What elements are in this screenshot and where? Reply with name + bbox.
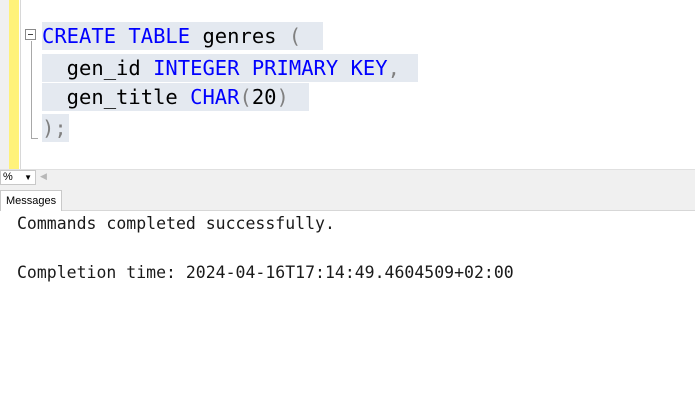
outline-fold-end	[31, 138, 38, 139]
code-token: CHAR	[190, 85, 240, 109]
code-line-1[interactable]: CREATE TABLE genres (	[42, 22, 324, 50]
code-token: PRIMARY	[251, 56, 339, 80]
code-line-2[interactable]: gen_id INTEGER PRIMARY KEY,	[42, 54, 418, 82]
code-token: (	[288, 24, 302, 48]
editor-margin	[0, 0, 9, 170]
code-token: KEY	[350, 56, 388, 80]
query-editor[interactable]: CREATE TABLE genres ( gen_id INTEGER PRI…	[0, 0, 695, 170]
code-token: 20	[251, 85, 277, 109]
caret-down-icon: ▼	[24, 173, 32, 182]
code-line-4[interactable]: );	[42, 114, 69, 142]
margin-separator	[20, 0, 21, 170]
code-token: genres	[190, 24, 289, 48]
code-line-3[interactable]: gen_title CHAR(20)	[42, 83, 309, 111]
tab-messages[interactable]: Messages	[0, 190, 63, 211]
scroll-left-arrow-icon[interactable]: ◀	[40, 171, 47, 182]
code-token: gen_id	[42, 56, 154, 80]
collapse-outline-icon[interactable]	[25, 29, 36, 40]
zoom-dropdown[interactable]: % ▼	[0, 170, 36, 185]
code-token: (	[239, 85, 252, 109]
messages-pane: Commands completed successfully. Complet…	[0, 211, 695, 407]
outline-fold-line	[31, 41, 32, 139]
zoom-value: %	[3, 171, 13, 183]
message-line: Commands completed successfully.	[17, 214, 335, 233]
code-token: INTEGER	[153, 56, 240, 80]
message-line: Completion time: 2024-04-16T17:14:49.460…	[17, 263, 514, 282]
code-token: )	[276, 85, 289, 109]
code-token: CREATE	[42, 24, 117, 48]
code-token: TABLE	[128, 24, 191, 48]
zoom-scroll-strip: % ▼ ◀	[0, 169, 695, 187]
results-tab-bar: Messages	[0, 186, 695, 211]
code-token: ,	[387, 56, 400, 80]
code-token: gen_title	[42, 85, 191, 109]
change-tracking-bar	[9, 0, 19, 170]
code-token: );	[42, 116, 67, 140]
